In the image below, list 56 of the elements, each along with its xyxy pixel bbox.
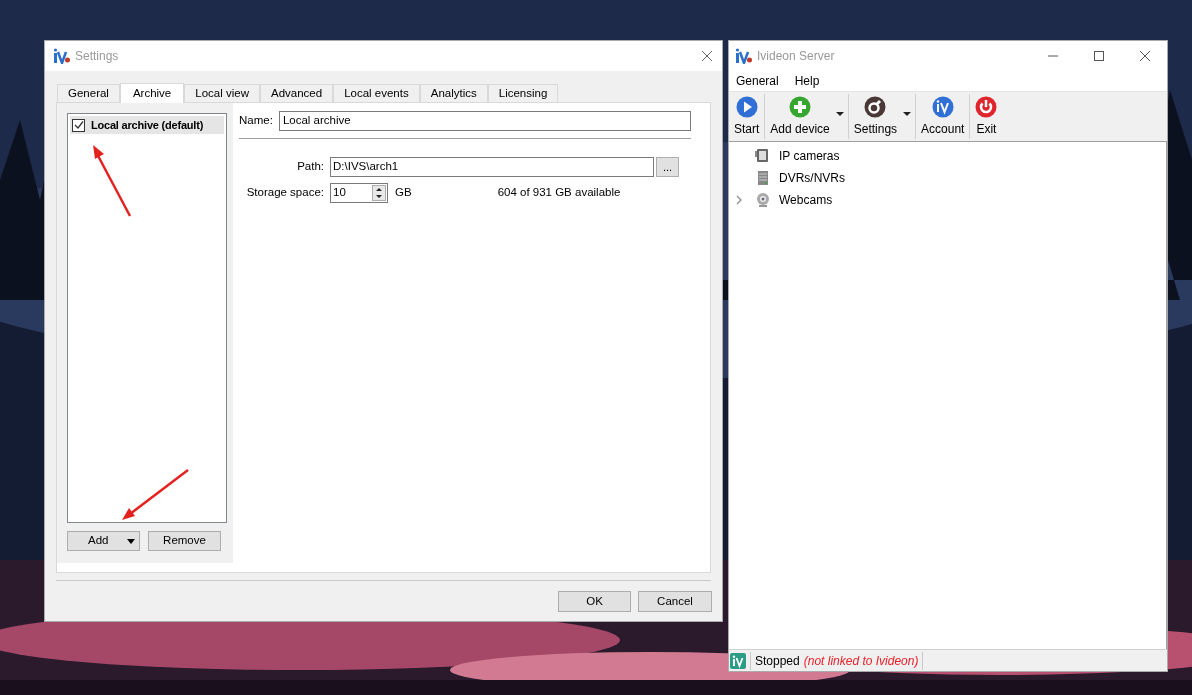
menu-item[interactable]: Help	[794, 72, 820, 90]
list-item[interactable]: Local archive (default)	[70, 116, 224, 134]
app-logo-icon	[53, 48, 71, 64]
camera-icon	[755, 148, 771, 164]
tab[interactable]: Licensing	[487, 84, 559, 102]
plus-icon	[789, 95, 812, 118]
remove-button[interactable]: Remove	[148, 531, 221, 551]
menu-item[interactable]: General	[736, 72, 779, 90]
tab[interactable]: Analytics	[419, 84, 488, 102]
logo-icon	[931, 95, 954, 118]
maximize-icon[interactable]	[1093, 50, 1105, 62]
tree-item[interactable]: IP cameras	[779, 147, 840, 165]
tab[interactable]: General	[57, 84, 120, 102]
field-label: Storage space:	[245, 185, 324, 201]
input-field[interactable]: D:\IVS\arch1	[330, 157, 654, 177]
annotation-arrow	[120, 468, 190, 522]
chevron-icon[interactable]	[735, 195, 743, 205]
add-button[interactable]: Add	[67, 531, 140, 551]
toolbar-button[interactable]: Start	[729, 92, 765, 141]
tab[interactable]: Advanced	[260, 84, 334, 102]
close-icon[interactable]	[700, 49, 714, 63]
app-logo-icon	[735, 48, 753, 64]
tab[interactable]: Local view	[184, 84, 260, 102]
browse-button[interactable]: ...	[656, 157, 679, 177]
toolbar-button[interactable]: Settings	[848, 92, 916, 141]
field-label: Path:	[296, 159, 324, 175]
caret-icon	[127, 538, 135, 544]
app-status-icon	[730, 652, 746, 669]
caret-icon	[903, 112, 912, 116]
input-field[interactable]: Local archive	[278, 111, 691, 131]
toolbar-button[interactable]: Exit	[970, 92, 1003, 141]
field-label: Name:	[239, 113, 273, 129]
window-title: Settings	[75, 48, 119, 65]
ok-button[interactable]: OK	[558, 591, 631, 612]
available-space-text: 604 of 931 GB available	[497, 185, 621, 201]
tree-item[interactable]: Webcams	[779, 191, 833, 209]
cancel-button[interactable]: Cancel	[638, 591, 712, 612]
unit-label: GB	[395, 185, 412, 201]
close-icon[interactable]	[1139, 50, 1151, 62]
server-icon	[755, 170, 771, 186]
tab[interactable]: Archive	[119, 83, 185, 103]
play-icon	[735, 95, 758, 118]
tab[interactable]: Local events	[333, 84, 420, 102]
status-text: Stopped	[755, 652, 800, 670]
window-title: Ivideon Server	[757, 48, 835, 65]
webcam-icon	[755, 192, 771, 208]
wrench-icon	[864, 95, 887, 118]
spinner-arrows-icon[interactable]	[372, 185, 386, 201]
status-note: (not linked to Ivideon)	[803, 652, 919, 670]
toolbar-button[interactable]: Add device	[765, 92, 848, 141]
caret-icon	[835, 112, 844, 116]
tree-item[interactable]: DVRs/NVRs	[779, 169, 845, 187]
toolbar-button[interactable]: Account	[916, 92, 970, 141]
checkbox[interactable]	[72, 118, 85, 132]
spin-box[interactable]: 10	[330, 183, 388, 203]
power-icon	[975, 95, 998, 118]
